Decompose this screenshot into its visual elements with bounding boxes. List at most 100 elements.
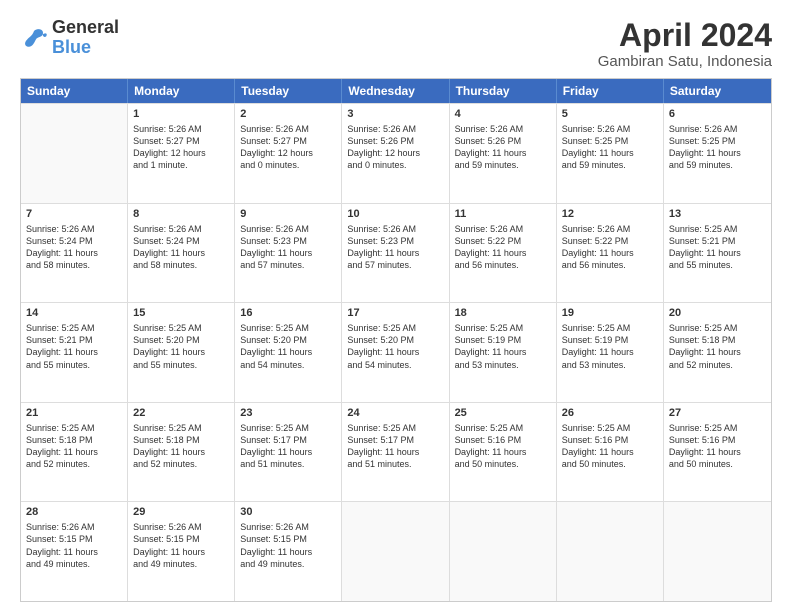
- day-number: 19: [562, 306, 658, 321]
- calendar-cell-15: 15Sunrise: 5:25 AM Sunset: 5:20 PM Dayli…: [128, 303, 235, 402]
- cell-info: Sunrise: 5:25 AM Sunset: 5:18 PM Dayligh…: [26, 422, 122, 471]
- cell-info: Sunrise: 5:25 AM Sunset: 5:16 PM Dayligh…: [455, 422, 551, 471]
- cell-info: Sunrise: 5:26 AM Sunset: 5:27 PM Dayligh…: [133, 123, 229, 172]
- calendar-cell-24: 24Sunrise: 5:25 AM Sunset: 5:17 PM Dayli…: [342, 403, 449, 502]
- day-number: 9: [240, 207, 336, 222]
- calendar-cell-13: 13Sunrise: 5:25 AM Sunset: 5:21 PM Dayli…: [664, 204, 771, 303]
- day-number: 13: [669, 207, 766, 222]
- calendar-cell-empty: [664, 502, 771, 601]
- day-number: 20: [669, 306, 766, 321]
- day-number: 4: [455, 107, 551, 122]
- day-number: 8: [133, 207, 229, 222]
- day-number: 27: [669, 406, 766, 421]
- calendar-row-5: 28Sunrise: 5:26 AM Sunset: 5:15 PM Dayli…: [21, 501, 771, 601]
- calendar-header: SundayMondayTuesdayWednesdayThursdayFrid…: [21, 79, 771, 103]
- calendar-cell-empty: [450, 502, 557, 601]
- header-day-saturday: Saturday: [664, 79, 771, 103]
- day-number: 12: [562, 207, 658, 222]
- day-number: 24: [347, 406, 443, 421]
- day-number: 6: [669, 107, 766, 122]
- calendar-cell-11: 11Sunrise: 5:26 AM Sunset: 5:22 PM Dayli…: [450, 204, 557, 303]
- header-day-thursday: Thursday: [450, 79, 557, 103]
- day-number: 1: [133, 107, 229, 122]
- cell-info: Sunrise: 5:25 AM Sunset: 5:16 PM Dayligh…: [562, 422, 658, 471]
- cell-info: Sunrise: 5:26 AM Sunset: 5:24 PM Dayligh…: [133, 223, 229, 272]
- calendar-cell-3: 3Sunrise: 5:26 AM Sunset: 5:26 PM Daylig…: [342, 104, 449, 203]
- calendar-cell-14: 14Sunrise: 5:25 AM Sunset: 5:21 PM Dayli…: [21, 303, 128, 402]
- cell-info: Sunrise: 5:25 AM Sunset: 5:18 PM Dayligh…: [669, 322, 766, 371]
- cell-info: Sunrise: 5:25 AM Sunset: 5:20 PM Dayligh…: [133, 322, 229, 371]
- cell-info: Sunrise: 5:26 AM Sunset: 5:24 PM Dayligh…: [26, 223, 122, 272]
- calendar-cell-28: 28Sunrise: 5:26 AM Sunset: 5:15 PM Dayli…: [21, 502, 128, 601]
- location: Gambiran Satu, Indonesia: [598, 53, 772, 70]
- calendar-cell-10: 10Sunrise: 5:26 AM Sunset: 5:23 PM Dayli…: [342, 204, 449, 303]
- day-number: 7: [26, 207, 122, 222]
- calendar-cell-19: 19Sunrise: 5:25 AM Sunset: 5:19 PM Dayli…: [557, 303, 664, 402]
- calendar-cell-5: 5Sunrise: 5:26 AM Sunset: 5:25 PM Daylig…: [557, 104, 664, 203]
- title-block: April 2024 Gambiran Satu, Indonesia: [598, 18, 772, 70]
- header-day-friday: Friday: [557, 79, 664, 103]
- cell-info: Sunrise: 5:25 AM Sunset: 5:17 PM Dayligh…: [240, 422, 336, 471]
- logo-bird-icon: [20, 24, 48, 52]
- cell-info: Sunrise: 5:25 AM Sunset: 5:20 PM Dayligh…: [240, 322, 336, 371]
- cell-info: Sunrise: 5:26 AM Sunset: 5:27 PM Dayligh…: [240, 123, 336, 172]
- calendar-cell-21: 21Sunrise: 5:25 AM Sunset: 5:18 PM Dayli…: [21, 403, 128, 502]
- calendar-row-1: 1Sunrise: 5:26 AM Sunset: 5:27 PM Daylig…: [21, 103, 771, 203]
- calendar-cell-2: 2Sunrise: 5:26 AM Sunset: 5:27 PM Daylig…: [235, 104, 342, 203]
- day-number: 29: [133, 505, 229, 520]
- calendar-cell-26: 26Sunrise: 5:25 AM Sunset: 5:16 PM Dayli…: [557, 403, 664, 502]
- logo: General Blue: [20, 18, 119, 58]
- header-day-monday: Monday: [128, 79, 235, 103]
- day-number: 5: [562, 107, 658, 122]
- calendar-cell-17: 17Sunrise: 5:25 AM Sunset: 5:20 PM Dayli…: [342, 303, 449, 402]
- calendar-cell-22: 22Sunrise: 5:25 AM Sunset: 5:18 PM Dayli…: [128, 403, 235, 502]
- logo-line2: Blue: [52, 38, 119, 58]
- day-number: 28: [26, 505, 122, 520]
- calendar-cell-1: 1Sunrise: 5:26 AM Sunset: 5:27 PM Daylig…: [128, 104, 235, 203]
- calendar: SundayMondayTuesdayWednesdayThursdayFrid…: [20, 78, 772, 602]
- day-number: 30: [240, 505, 336, 520]
- calendar-cell-20: 20Sunrise: 5:25 AM Sunset: 5:18 PM Dayli…: [664, 303, 771, 402]
- cell-info: Sunrise: 5:26 AM Sunset: 5:26 PM Dayligh…: [455, 123, 551, 172]
- day-number: 23: [240, 406, 336, 421]
- day-number: 10: [347, 207, 443, 222]
- calendar-cell-8: 8Sunrise: 5:26 AM Sunset: 5:24 PM Daylig…: [128, 204, 235, 303]
- calendar-row-2: 7Sunrise: 5:26 AM Sunset: 5:24 PM Daylig…: [21, 203, 771, 303]
- cell-info: Sunrise: 5:25 AM Sunset: 5:19 PM Dayligh…: [455, 322, 551, 371]
- day-number: 2: [240, 107, 336, 122]
- logo-text: General Blue: [52, 18, 119, 58]
- cell-info: Sunrise: 5:26 AM Sunset: 5:15 PM Dayligh…: [26, 521, 122, 570]
- calendar-cell-27: 27Sunrise: 5:25 AM Sunset: 5:16 PM Dayli…: [664, 403, 771, 502]
- page: General Blue April 2024 Gambiran Satu, I…: [0, 0, 792, 612]
- calendar-cell-12: 12Sunrise: 5:26 AM Sunset: 5:22 PM Dayli…: [557, 204, 664, 303]
- cell-info: Sunrise: 5:26 AM Sunset: 5:25 PM Dayligh…: [669, 123, 766, 172]
- calendar-cell-6: 6Sunrise: 5:26 AM Sunset: 5:25 PM Daylig…: [664, 104, 771, 203]
- calendar-cell-18: 18Sunrise: 5:25 AM Sunset: 5:19 PM Dayli…: [450, 303, 557, 402]
- cell-info: Sunrise: 5:25 AM Sunset: 5:16 PM Dayligh…: [669, 422, 766, 471]
- day-number: 14: [26, 306, 122, 321]
- cell-info: Sunrise: 5:25 AM Sunset: 5:19 PM Dayligh…: [562, 322, 658, 371]
- calendar-row-3: 14Sunrise: 5:25 AM Sunset: 5:21 PM Dayli…: [21, 302, 771, 402]
- day-number: 25: [455, 406, 551, 421]
- day-number: 11: [455, 207, 551, 222]
- calendar-cell-30: 30Sunrise: 5:26 AM Sunset: 5:15 PM Dayli…: [235, 502, 342, 601]
- day-number: 18: [455, 306, 551, 321]
- cell-info: Sunrise: 5:26 AM Sunset: 5:26 PM Dayligh…: [347, 123, 443, 172]
- calendar-cell-4: 4Sunrise: 5:26 AM Sunset: 5:26 PM Daylig…: [450, 104, 557, 203]
- day-number: 3: [347, 107, 443, 122]
- cell-info: Sunrise: 5:26 AM Sunset: 5:25 PM Dayligh…: [562, 123, 658, 172]
- cell-info: Sunrise: 5:25 AM Sunset: 5:18 PM Dayligh…: [133, 422, 229, 471]
- cell-info: Sunrise: 5:26 AM Sunset: 5:15 PM Dayligh…: [240, 521, 336, 570]
- calendar-body: 1Sunrise: 5:26 AM Sunset: 5:27 PM Daylig…: [21, 103, 771, 601]
- day-number: 26: [562, 406, 658, 421]
- calendar-cell-7: 7Sunrise: 5:26 AM Sunset: 5:24 PM Daylig…: [21, 204, 128, 303]
- calendar-row-4: 21Sunrise: 5:25 AM Sunset: 5:18 PM Dayli…: [21, 402, 771, 502]
- calendar-cell-16: 16Sunrise: 5:25 AM Sunset: 5:20 PM Dayli…: [235, 303, 342, 402]
- calendar-cell-25: 25Sunrise: 5:25 AM Sunset: 5:16 PM Dayli…: [450, 403, 557, 502]
- cell-info: Sunrise: 5:26 AM Sunset: 5:22 PM Dayligh…: [562, 223, 658, 272]
- calendar-cell-empty: [557, 502, 664, 601]
- header-day-wednesday: Wednesday: [342, 79, 449, 103]
- day-number: 22: [133, 406, 229, 421]
- cell-info: Sunrise: 5:25 AM Sunset: 5:17 PM Dayligh…: [347, 422, 443, 471]
- logo-line1: General: [52, 18, 119, 38]
